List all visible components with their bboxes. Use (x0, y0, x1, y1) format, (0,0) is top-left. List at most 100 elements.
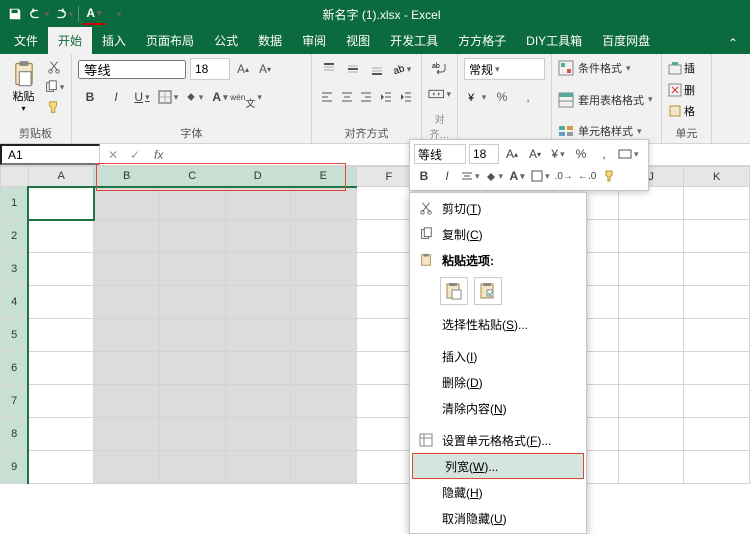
cell-C5[interactable] (159, 319, 225, 352)
cell-J8[interactable] (618, 418, 684, 451)
cell-C7[interactable] (159, 385, 225, 418)
mini-accounting-icon[interactable]: ¥ (548, 144, 568, 164)
cell-K3[interactable] (684, 253, 750, 286)
cell-D6[interactable] (225, 352, 291, 385)
cell-D5[interactable] (225, 319, 291, 352)
col-header-c[interactable]: C (159, 167, 225, 187)
row-header-6[interactable]: 6 (1, 352, 29, 385)
accounting-format-button[interactable]: ¥ (464, 86, 488, 108)
cell-B8[interactable] (94, 418, 160, 451)
align-bottom-icon[interactable] (366, 58, 388, 80)
mini-merge-icon[interactable] (617, 144, 640, 164)
col-header-a[interactable]: A (28, 167, 94, 187)
cell-E3[interactable] (291, 253, 357, 286)
cell-A5[interactable] (28, 319, 94, 352)
col-header-b[interactable]: B (94, 167, 160, 187)
cell-B2[interactable] (94, 220, 160, 253)
insert-cells-button[interactable]: 插 (668, 58, 705, 78)
qat-font-color[interactable]: A (83, 3, 105, 25)
confirm-formula-icon[interactable]: ✓ (124, 148, 146, 162)
phonetic-button[interactable]: wén文 (234, 86, 258, 108)
cell-A3[interactable] (28, 253, 94, 286)
cell-C1[interactable] (159, 187, 225, 220)
qat-undo[interactable] (28, 3, 50, 25)
cell-C8[interactable] (159, 418, 225, 451)
align-top-icon[interactable] (318, 58, 340, 80)
cell-K6[interactable] (684, 352, 750, 385)
tab-insert[interactable]: 插入 (92, 27, 136, 54)
ctx-insert[interactable]: 插入(I) (410, 343, 586, 369)
mini-italic-button[interactable]: I (437, 166, 457, 186)
cell-D9[interactable] (225, 451, 291, 484)
cell-J5[interactable] (618, 319, 684, 352)
tab-home[interactable]: 开始 (48, 27, 92, 54)
fill-color-button[interactable] (182, 86, 206, 108)
italic-button[interactable]: I (104, 86, 128, 108)
copy-button[interactable] (43, 78, 65, 96)
col-header-e[interactable]: E (291, 167, 357, 187)
fx-icon[interactable]: fx (148, 148, 169, 162)
mini-font-size[interactable] (469, 144, 499, 164)
ctx-delete[interactable]: 删除(D) (410, 369, 586, 395)
mini-percent-icon[interactable]: % (571, 144, 591, 164)
mini-bold-button[interactable]: B (414, 166, 434, 186)
cell-E5[interactable] (291, 319, 357, 352)
cell-C3[interactable] (159, 253, 225, 286)
tab-formula[interactable]: 公式 (204, 27, 248, 54)
tab-layout[interactable]: 页面布局 (136, 27, 204, 54)
cell-B1[interactable] (94, 187, 160, 220)
number-format-combo[interactable]: 常规 (464, 58, 545, 80)
cell-D1[interactable] (225, 187, 291, 220)
cell-A8[interactable] (28, 418, 94, 451)
tab-data[interactable]: 数据 (248, 27, 292, 54)
row-header-9[interactable]: 9 (1, 451, 29, 484)
tab-file[interactable]: 文件 (4, 27, 48, 54)
tab-diy[interactable]: DIY工具箱 (516, 27, 592, 54)
cell-A2[interactable] (28, 220, 94, 253)
cell-A6[interactable] (28, 352, 94, 385)
mini-format-painter-icon[interactable] (600, 166, 620, 186)
paste-button[interactable]: 粘贴 ▾ (6, 58, 41, 116)
mini-font-name[interactable] (414, 144, 466, 164)
mini-shrink-font-icon[interactable]: A▾ (525, 144, 545, 164)
mini-fill-color-icon[interactable] (484, 166, 505, 186)
wrap-text-button[interactable]: ab (428, 58, 451, 80)
cell-K5[interactable] (684, 319, 750, 352)
cancel-formula-icon[interactable]: ✕ (102, 148, 124, 162)
ctx-cut[interactable]: 剪切(T) (410, 195, 586, 221)
row-header-4[interactable]: 4 (1, 286, 29, 319)
qat-save[interactable] (4, 3, 26, 25)
name-box[interactable] (0, 144, 100, 165)
cell-B6[interactable] (94, 352, 160, 385)
ribbon-collapse-icon[interactable]: ⌃ (720, 32, 746, 54)
ctx-column-width[interactable]: 列宽(W)... (412, 453, 584, 479)
ctx-unhide[interactable]: 取消隐藏(U) (410, 505, 586, 531)
mini-decimal-inc-icon[interactable]: .0→ (554, 166, 574, 186)
cell-C2[interactable] (159, 220, 225, 253)
row-header-1[interactable]: 1 (1, 187, 29, 220)
row-header-3[interactable]: 3 (1, 253, 29, 286)
cell-B7[interactable] (94, 385, 160, 418)
underline-button[interactable]: U (130, 86, 154, 108)
cell-K1[interactable] (684, 187, 750, 220)
cell-E7[interactable] (291, 385, 357, 418)
mini-grow-font-icon[interactable]: A▴ (502, 144, 522, 164)
format-cells-button[interactable]: 格 (668, 101, 705, 121)
conditional-format-button[interactable]: 条件格式▾ (558, 58, 655, 78)
font-size-combo[interactable] (190, 58, 230, 80)
table-format-button[interactable]: 套用表格格式▾ (558, 90, 655, 110)
row-header-5[interactable]: 5 (1, 319, 29, 352)
font-name-combo[interactable] (78, 60, 186, 79)
cell-E9[interactable] (291, 451, 357, 484)
tab-dev[interactable]: 开发工具 (380, 27, 448, 54)
col-header-k[interactable]: K (684, 167, 750, 187)
cell-styles-button[interactable]: 单元格样式▾ (558, 121, 655, 141)
cell-A7[interactable] (28, 385, 94, 418)
mini-font-color-icon[interactable]: A (507, 166, 527, 186)
mini-decimal-dec-icon[interactable]: ←.0 (577, 166, 597, 186)
border-button[interactable] (156, 86, 180, 108)
cell-J3[interactable] (618, 253, 684, 286)
cell-D4[interactable] (225, 286, 291, 319)
cell-A9[interactable] (28, 451, 94, 484)
ctx-clear[interactable]: 清除内容(N) (410, 395, 586, 421)
